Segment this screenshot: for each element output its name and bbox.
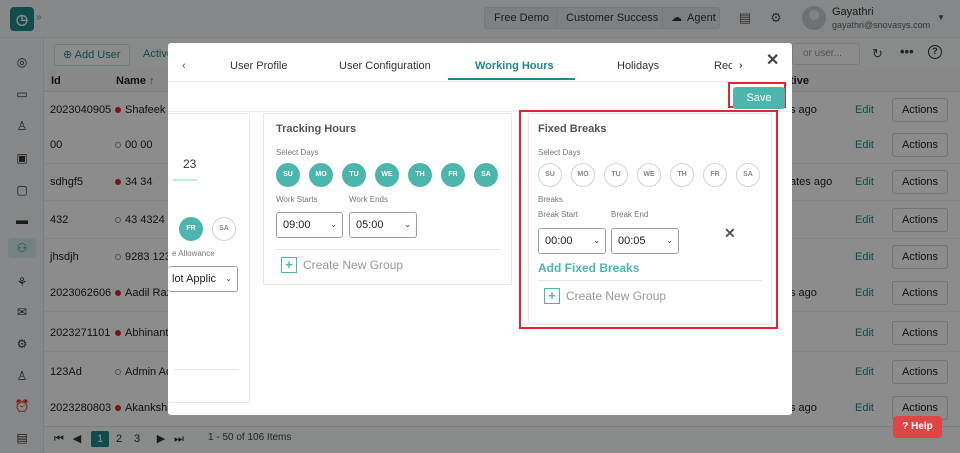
slider-track	[173, 179, 197, 181]
left-day-sa[interactable]: SA	[212, 217, 236, 241]
work-starts-select[interactable]: 09:00 ⌄	[276, 212, 343, 238]
close-icon[interactable]: ✕	[766, 50, 779, 70]
tab-working-hours[interactable]: Working Hours	[475, 60, 554, 72]
work-ends-label: Work Ends	[349, 195, 388, 204]
break-end-value: 00:05	[618, 235, 646, 247]
break-end-label: Break End	[611, 210, 649, 219]
chevron-down-icon: ⌄	[593, 236, 600, 245]
tab-rec[interactable]: Rec	[714, 60, 734, 72]
help-label: Help	[911, 421, 933, 432]
breaks-day-mo[interactable]: MO	[571, 163, 595, 187]
partial-panel	[168, 113, 250, 403]
add-fixed-breaks-link[interactable]: Add Fixed Breaks	[538, 261, 639, 275]
chevron-down-icon: ⌄	[404, 220, 411, 229]
divider	[538, 280, 762, 281]
breaks-select-days-label: Select Days	[538, 148, 581, 157]
tracking-day-su[interactable]: SU	[276, 163, 300, 187]
chevron-down-icon: ⌄	[225, 274, 232, 283]
active-tab-indicator	[448, 78, 575, 80]
tab-holidays[interactable]: Holidays	[617, 60, 659, 72]
break-start-select[interactable]: 00:00 ⌄	[538, 228, 606, 254]
work-starts-label: Work Starts	[276, 195, 318, 204]
chevron-down-icon: ⌄	[666, 236, 673, 245]
tracking-create-group-label: Create New Group	[303, 258, 404, 272]
tracking-day-mo[interactable]: MO	[309, 163, 333, 187]
tab-user-configuration[interactable]: User Configuration	[339, 60, 431, 72]
breaks-day-we[interactable]: WE	[637, 163, 661, 187]
help-icon: ?	[902, 421, 912, 432]
plus-icon: +	[544, 288, 560, 304]
value-23: 23	[183, 157, 197, 171]
tracking-day-sa[interactable]: SA	[474, 163, 498, 187]
work-starts-value: 09:00	[283, 219, 311, 231]
plus-icon: +	[281, 257, 297, 273]
tabs-next-icon[interactable]: ›	[739, 60, 743, 72]
breaks-day-tu[interactable]: TU	[604, 163, 628, 187]
break-start-label: Break Start	[538, 210, 579, 219]
allowance-select[interactable]: lot Applic ⌄	[168, 266, 238, 292]
fixed-breaks-title: Fixed Breaks	[538, 123, 607, 135]
break-end-select[interactable]: 00:05 ⌄	[611, 228, 679, 254]
breaks-day-sa[interactable]: SA	[736, 163, 760, 187]
break-start-value: 00:00	[545, 235, 573, 247]
tracking-day-tu[interactable]: TU	[342, 163, 366, 187]
remove-break-icon[interactable]: ✕	[724, 225, 736, 242]
divider	[174, 369, 238, 370]
tracking-select-days-label: Select Days	[276, 148, 319, 157]
breaks-label: Breaks	[538, 195, 563, 204]
divider	[276, 249, 500, 250]
allowance-label: e Allowance	[172, 249, 215, 258]
tabs-prev-icon[interactable]: ‹	[182, 60, 186, 72]
work-ends-select[interactable]: 05:00 ⌄	[349, 212, 417, 238]
tracking-day-we[interactable]: WE	[375, 163, 399, 187]
chevron-down-icon: ⌄	[330, 220, 337, 229]
tracking-day-fr[interactable]: FR	[441, 163, 465, 187]
tracking-day-th[interactable]: TH	[408, 163, 432, 187]
breaks-day-fr[interactable]: FR	[703, 163, 727, 187]
save-button[interactable]: Save	[733, 87, 785, 109]
tracking-hours-title: Tracking Hours	[276, 123, 357, 135]
breaks-day-th[interactable]: TH	[670, 163, 694, 187]
tab-user-profile[interactable]: User Profile	[230, 60, 287, 72]
left-day-fr[interactable]: FR	[179, 217, 203, 241]
allowance-value: lot Applic	[172, 273, 217, 285]
work-ends-value: 05:00	[356, 219, 384, 231]
help-button[interactable]: ? Help	[893, 416, 942, 438]
breaks-create-group-label: Create New Group	[566, 289, 667, 303]
breaks-day-su[interactable]: SU	[538, 163, 562, 187]
